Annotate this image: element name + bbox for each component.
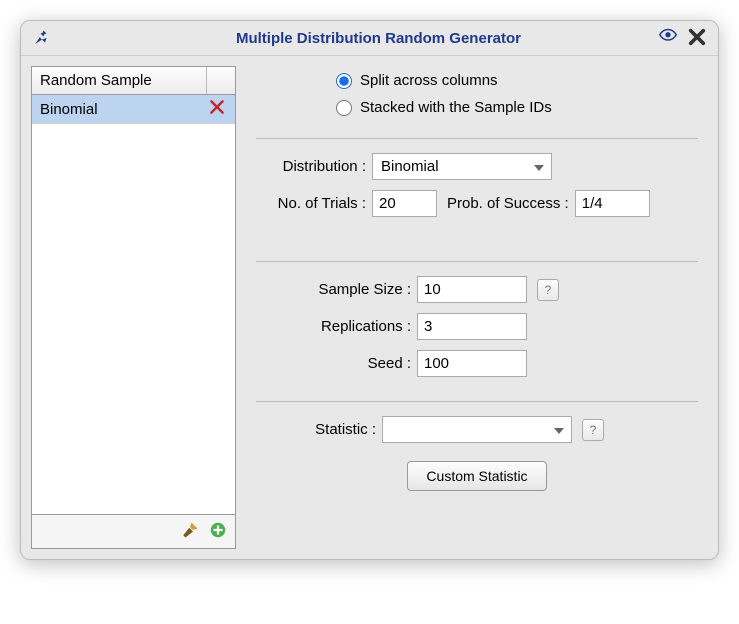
row-seed: Seed : <box>256 350 698 377</box>
broom-icon[interactable] <box>181 521 199 542</box>
label-statistic: Statistic : <box>256 421 376 438</box>
dialog-body: Random Sample Binomial <box>21 56 718 559</box>
list-header: Random Sample <box>31 66 236 95</box>
radio-stacked-input[interactable] <box>336 100 352 116</box>
row-trials-prob: No. of Trials : Prob. of Success : <box>256 190 698 217</box>
select-distribution-wrap: Binomial <box>372 153 552 180</box>
radio-split-input[interactable] <box>336 73 352 89</box>
delete-row-icon[interactable] <box>207 99 227 119</box>
radio-stacked-label: Stacked with the Sample IDs <box>360 99 552 116</box>
row-replications: Replications : <box>256 313 698 340</box>
layout-radio-group: Split across columns Stacked with the Sa… <box>256 72 698 116</box>
custom-statistic-button[interactable]: Custom Statistic <box>407 461 546 491</box>
input-trials[interactable] <box>372 190 437 217</box>
list-body[interactable]: Binomial <box>31 95 236 515</box>
radio-split-columns[interactable]: Split across columns <box>336 72 698 89</box>
separator-2 <box>256 261 698 262</box>
select-statistic[interactable] <box>382 416 572 443</box>
label-distribution: Distribution : <box>256 158 366 175</box>
separator-1 <box>256 138 698 139</box>
dialog-window: Multiple Distribution Random Generator R… <box>20 20 719 560</box>
list-footer <box>31 515 236 549</box>
label-prob: Prob. of Success : <box>447 195 569 212</box>
list-header-col-action <box>207 67 235 94</box>
list-row[interactable]: Binomial <box>32 95 235 124</box>
row-distribution: Distribution : Binomial <box>256 153 698 180</box>
custom-statistic-row: Custom Statistic <box>256 461 698 491</box>
separator-3 <box>256 401 698 402</box>
input-sample-size[interactable] <box>417 276 527 303</box>
list-header-col-name[interactable]: Random Sample <box>32 67 207 94</box>
list-row-label: Binomial <box>40 101 207 118</box>
label-sample-size: Sample Size : <box>256 281 411 298</box>
row-sample-size: Sample Size : ? <box>256 276 698 303</box>
right-panel: Split across columns Stacked with the Sa… <box>246 66 708 549</box>
radio-split-label: Split across columns <box>360 72 498 89</box>
radio-stacked[interactable]: Stacked with the Sample IDs <box>336 99 698 116</box>
label-trials: No. of Trials : <box>256 195 366 212</box>
title-bar: Multiple Distribution Random Generator <box>21 21 718 56</box>
add-icon[interactable] <box>209 521 227 542</box>
help-statistic[interactable]: ? <box>582 419 604 441</box>
row-statistic: Statistic : ? <box>256 416 698 443</box>
label-seed: Seed : <box>256 355 411 372</box>
eye-icon[interactable] <box>656 28 680 49</box>
select-statistic-wrap <box>382 416 572 443</box>
dialog-title: Multiple Distribution Random Generator <box>51 30 706 47</box>
select-distribution[interactable]: Binomial <box>372 153 552 180</box>
left-panel: Random Sample Binomial <box>31 66 236 549</box>
input-replications[interactable] <box>417 313 527 340</box>
input-seed[interactable] <box>417 350 527 377</box>
help-sample-size[interactable]: ? <box>537 279 559 301</box>
input-prob[interactable] <box>575 190 650 217</box>
label-replications: Replications : <box>256 318 411 335</box>
pin-icon[interactable] <box>33 29 51 47</box>
close-icon[interactable] <box>688 28 706 49</box>
